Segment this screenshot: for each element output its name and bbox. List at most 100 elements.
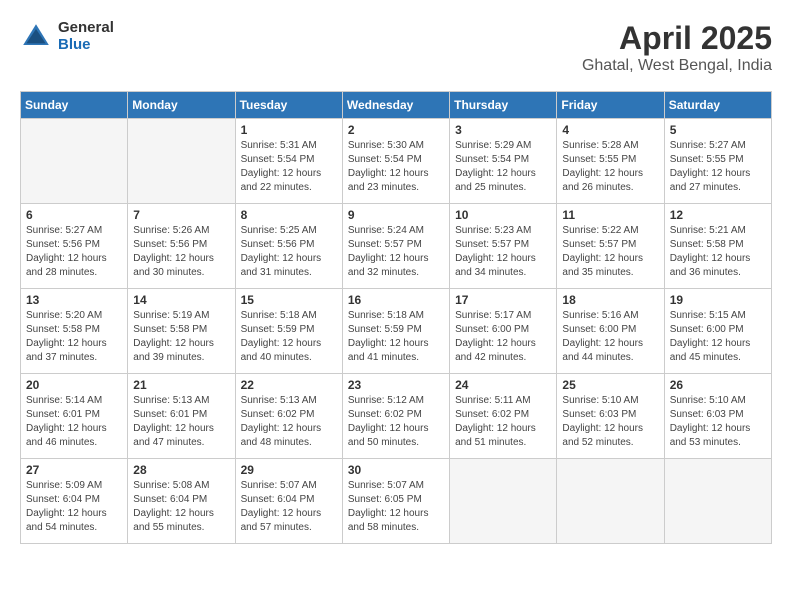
calendar-cell: 24 Sunrise: 5:11 AM Sunset: 6:02 PM Dayli…	[450, 374, 557, 459]
calendar-week-row: 20 Sunrise: 5:14 AM Sunset: 6:01 PM Dayli…	[21, 374, 772, 459]
calendar-week-row: 1Sunrise: 5:31 AM Sunset: 5:54 PM Daylig…	[21, 119, 772, 204]
calendar-cell: 7Sunrise: 5:26 AM Sunset: 5:56 PM Daylig…	[128, 204, 235, 289]
day-number: 11	[562, 208, 658, 222]
day-info: Sunrise: 5:12 AM Sunset: 6:02 PM Dayligh…	[348, 394, 444, 450]
day-number: 8	[241, 208, 337, 222]
calendar-cell: 27Sunrise: 5:09 AM Sunset: 6:04 PM Dayli…	[21, 459, 128, 544]
day-info: Sunrise: 5:21 AM Sunset: 5:58 PM Dayligh…	[670, 224, 766, 280]
logo-icon	[20, 21, 52, 53]
header-tuesday: Tuesday	[235, 92, 342, 119]
day-info: Sunrise: 5:31 AM Sunset: 5:54 PM Dayligh…	[241, 139, 337, 195]
header-monday: Monday	[128, 92, 235, 119]
day-number: 24	[455, 378, 551, 392]
calendar-cell: 8 Sunrise: 5:25 AM Sunset: 5:56 PM Daylig…	[235, 204, 342, 289]
day-number: 13	[26, 293, 122, 307]
day-number: 17	[455, 293, 551, 307]
day-info: Sunrise: 5:28 AM Sunset: 5:55 PM Dayligh…	[562, 139, 658, 195]
day-info: Sunrise: 5:07 AM Sunset: 6:04 PM Dayligh…	[241, 479, 337, 535]
calendar-week-row: 13Sunrise: 5:20 AM Sunset: 5:58 PM Dayli…	[21, 289, 772, 374]
calendar-cell	[557, 459, 664, 544]
calendar-cell: 14 Sunrise: 5:19 AM Sunset: 5:58 PM Dayli…	[128, 289, 235, 374]
calendar-location: Ghatal, West Bengal, India	[582, 57, 772, 75]
day-info: Sunrise: 5:19 AM Sunset: 5:58 PM Dayligh…	[133, 309, 229, 365]
calendar-cell: 13Sunrise: 5:20 AM Sunset: 5:58 PM Dayli…	[21, 289, 128, 374]
day-info: Sunrise: 5:29 AM Sunset: 5:54 PM Dayligh…	[455, 139, 551, 195]
calendar-cell	[128, 119, 235, 204]
calendar-cell: 11 Sunrise: 5:22 AM Sunset: 5:57 PM Dayli…	[557, 204, 664, 289]
calendar-cell: 21 Sunrise: 5:13 AM Sunset: 6:01 PM Dayli…	[128, 374, 235, 459]
calendar-cell: 29 Sunrise: 5:07 AM Sunset: 6:04 PM Dayli…	[235, 459, 342, 544]
calendar-cell: 10 Sunrise: 5:23 AM Sunset: 5:57 PM Dayli…	[450, 204, 557, 289]
header-sunday: Sunday	[21, 92, 128, 119]
logo-blue-text: Blue	[58, 37, 114, 54]
calendar-cell: 22 Sunrise: 5:13 AM Sunset: 6:02 PM Dayli…	[235, 374, 342, 459]
header-saturday: Saturday	[664, 92, 771, 119]
calendar-cell	[450, 459, 557, 544]
day-info: Sunrise: 5:14 AM Sunset: 6:01 PM Dayligh…	[26, 394, 122, 450]
calendar-cell: 5 Sunrise: 5:27 AM Sunset: 5:55 PM Daylig…	[664, 119, 771, 204]
logo: General Blue	[20, 20, 114, 53]
calendar-week-row: 6 Sunrise: 5:27 AM Sunset: 5:56 PM Daylig…	[21, 204, 772, 289]
day-info: Sunrise: 5:16 AM Sunset: 6:00 PM Dayligh…	[562, 309, 658, 365]
day-number: 20	[26, 378, 122, 392]
day-info: Sunrise: 5:27 AM Sunset: 5:55 PM Dayligh…	[670, 139, 766, 195]
day-info: Sunrise: 5:27 AM Sunset: 5:56 PM Dayligh…	[26, 224, 122, 280]
calendar-cell: 15 Sunrise: 5:18 AM Sunset: 5:59 PM Dayli…	[235, 289, 342, 374]
page-header: General Blue April 2025 Ghatal, West Ben…	[20, 20, 772, 75]
header-thursday: Thursday	[450, 92, 557, 119]
day-number: 3	[455, 123, 551, 137]
day-number: 5	[670, 123, 766, 137]
day-info: Sunrise: 5:08 AM Sunset: 6:04 PM Dayligh…	[133, 479, 229, 535]
header-friday: Friday	[557, 92, 664, 119]
calendar-week-row: 27Sunrise: 5:09 AM Sunset: 6:04 PM Dayli…	[21, 459, 772, 544]
day-info: Sunrise: 5:25 AM Sunset: 5:56 PM Dayligh…	[241, 224, 337, 280]
day-number: 16	[348, 293, 444, 307]
calendar-cell: 16Sunrise: 5:18 AM Sunset: 5:59 PM Dayli…	[342, 289, 449, 374]
day-number: 23	[348, 378, 444, 392]
day-number: 6	[26, 208, 122, 222]
day-number: 9	[348, 208, 444, 222]
day-number: 22	[241, 378, 337, 392]
day-number: 10	[455, 208, 551, 222]
calendar-month-title: April 2025	[582, 20, 772, 57]
day-info: Sunrise: 5:22 AM Sunset: 5:57 PM Dayligh…	[562, 224, 658, 280]
calendar-cell: 3 Sunrise: 5:29 AM Sunset: 5:54 PM Daylig…	[450, 119, 557, 204]
day-number: 28	[133, 463, 229, 477]
calendar-cell: 18 Sunrise: 5:16 AM Sunset: 6:00 PM Dayli…	[557, 289, 664, 374]
day-info: Sunrise: 5:15 AM Sunset: 6:00 PM Dayligh…	[670, 309, 766, 365]
calendar-cell: 19 Sunrise: 5:15 AM Sunset: 6:00 PM Dayli…	[664, 289, 771, 374]
day-info: Sunrise: 5:23 AM Sunset: 5:57 PM Dayligh…	[455, 224, 551, 280]
calendar-cell: 9 Sunrise: 5:24 AM Sunset: 5:57 PM Daylig…	[342, 204, 449, 289]
day-number: 18	[562, 293, 658, 307]
calendar-cell: 20 Sunrise: 5:14 AM Sunset: 6:01 PM Dayli…	[21, 374, 128, 459]
calendar-cell: 28 Sunrise: 5:08 AM Sunset: 6:04 PM Dayli…	[128, 459, 235, 544]
calendar-cell: 30Sunrise: 5:07 AM Sunset: 6:05 PM Dayli…	[342, 459, 449, 544]
day-number: 12	[670, 208, 766, 222]
calendar-cell: 23 Sunrise: 5:12 AM Sunset: 6:02 PM Dayli…	[342, 374, 449, 459]
day-info: Sunrise: 5:24 AM Sunset: 5:57 PM Dayligh…	[348, 224, 444, 280]
day-number: 21	[133, 378, 229, 392]
day-info: Sunrise: 5:13 AM Sunset: 6:02 PM Dayligh…	[241, 394, 337, 450]
day-info: Sunrise: 5:13 AM Sunset: 6:01 PM Dayligh…	[133, 394, 229, 450]
title-block: April 2025 Ghatal, West Bengal, India	[582, 20, 772, 75]
day-info: Sunrise: 5:18 AM Sunset: 5:59 PM Dayligh…	[241, 309, 337, 365]
logo-general-text: General	[58, 20, 114, 37]
day-number: 4	[562, 123, 658, 137]
day-number: 26	[670, 378, 766, 392]
day-number: 14	[133, 293, 229, 307]
day-info: Sunrise: 5:11 AM Sunset: 6:02 PM Dayligh…	[455, 394, 551, 450]
day-info: Sunrise: 5:09 AM Sunset: 6:04 PM Dayligh…	[26, 479, 122, 535]
day-number: 29	[241, 463, 337, 477]
calendar-cell	[21, 119, 128, 204]
calendar-cell: 1Sunrise: 5:31 AM Sunset: 5:54 PM Daylig…	[235, 119, 342, 204]
day-number: 30	[348, 463, 444, 477]
calendar-cell: 4 Sunrise: 5:28 AM Sunset: 5:55 PM Daylig…	[557, 119, 664, 204]
calendar-cell: 17Sunrise: 5:17 AM Sunset: 6:00 PM Dayli…	[450, 289, 557, 374]
day-info: Sunrise: 5:10 AM Sunset: 6:03 PM Dayligh…	[670, 394, 766, 450]
header-wednesday: Wednesday	[342, 92, 449, 119]
calendar-cell: 26 Sunrise: 5:10 AM Sunset: 6:03 PM Dayli…	[664, 374, 771, 459]
calendar-table: SundayMondayTuesdayWednesdayThursdayFrid…	[20, 91, 772, 544]
calendar-cell: 2Sunrise: 5:30 AM Sunset: 5:54 PM Daylig…	[342, 119, 449, 204]
day-number: 19	[670, 293, 766, 307]
day-number: 15	[241, 293, 337, 307]
